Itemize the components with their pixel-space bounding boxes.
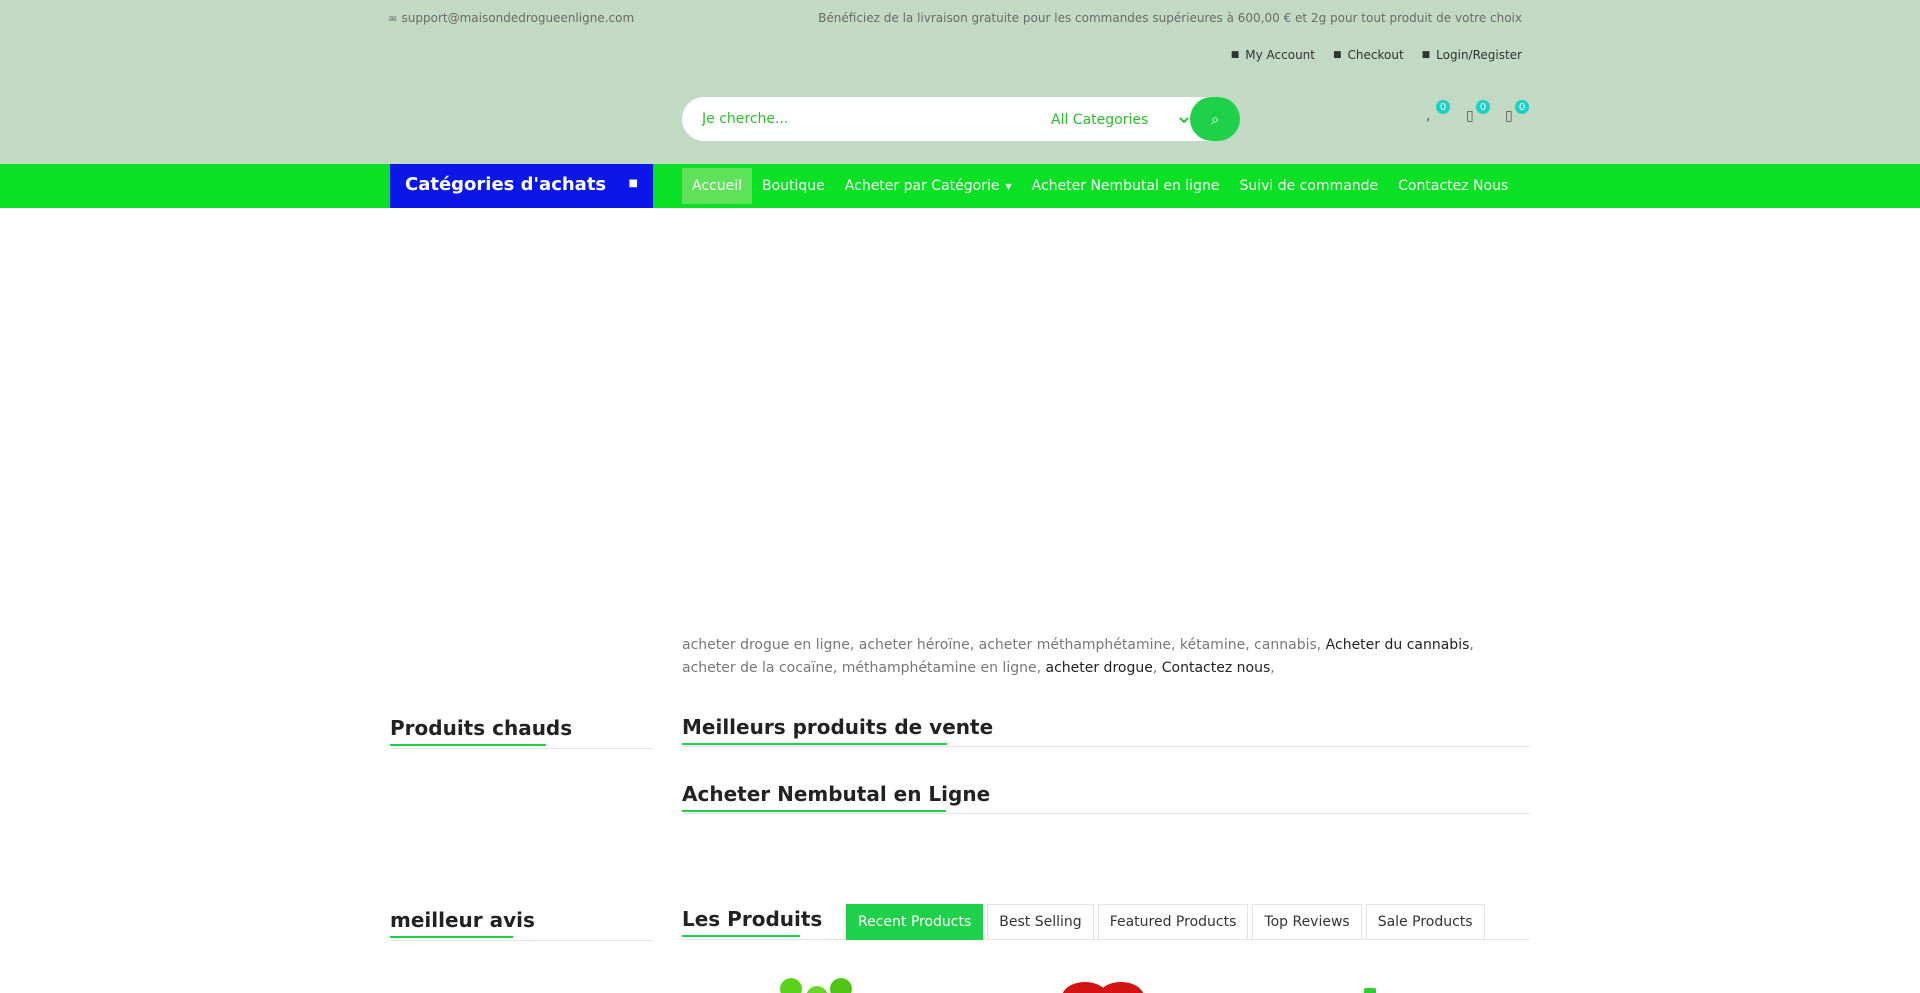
- nav-item-contact[interactable]: Contactez Nous: [1388, 168, 1518, 204]
- category-select[interactable]: All Categories: [1047, 109, 1192, 131]
- title-underline: [682, 810, 946, 812]
- title-underline: [682, 743, 947, 745]
- cart-icon[interactable]: ▯ 0: [1505, 100, 1529, 128]
- compare-icon[interactable]: , 0: [1426, 100, 1450, 128]
- tab-featured-products[interactable]: Featured Products: [1097, 904, 1249, 940]
- shop-categories-toggle[interactable]: Catégories d'achats ■: [390, 164, 653, 208]
- nav-item-boutique[interactable]: Boutique: [752, 168, 835, 204]
- user-icon: ■: [1230, 50, 1240, 60]
- menu-icon: ■: [628, 178, 638, 189]
- nav-item-order-tracking[interactable]: Suivi de commande: [1229, 168, 1388, 204]
- title-underline: [682, 935, 800, 937]
- contact-us-link[interactable]: Contactez nous: [1162, 660, 1271, 676]
- buy-cannabis-link[interactable]: Acheter du cannabis: [1326, 637, 1470, 653]
- divider: [390, 748, 653, 749]
- envelope-icon: ✉: [389, 15, 397, 25]
- nav-item-nembutal[interactable]: Acheter Nembutal en ligne: [1022, 168, 1230, 204]
- lock-icon: ■: [1421, 50, 1431, 60]
- search-input[interactable]: [702, 107, 1002, 131]
- product-tabs: Recent Products Best Selling Featured Pr…: [846, 904, 1485, 940]
- cart-count-badge: 0: [1515, 100, 1529, 114]
- products-title: Les Produits: [682, 907, 822, 937]
- compare-count-badge: 0: [1436, 100, 1450, 114]
- best-reviews-title: meilleur avis: [390, 908, 535, 938]
- tab-best-selling[interactable]: Best Selling: [987, 904, 1094, 940]
- nav-item-shop-by-category[interactable]: Acheter par Catégorie ▼: [835, 168, 1022, 204]
- tab-recent-products[interactable]: Recent Products: [846, 904, 984, 940]
- main-menu: Accueil Boutique Acheter par Catégorie ▼ …: [682, 168, 1518, 204]
- nembutal-title: Acheter Nembutal en Ligne: [682, 782, 990, 812]
- checkout-icon: ■: [1333, 50, 1342, 60]
- wishlist-icon[interactable]: ▯ 0: [1466, 100, 1490, 128]
- search-icon: ⌕: [1211, 110, 1219, 127]
- my-account-link[interactable]: ■ My Account: [1231, 48, 1315, 62]
- account-links: ■ My Account ■ Checkout ■ Login/Register: [1231, 48, 1522, 62]
- divider: [682, 746, 1530, 747]
- support-email[interactable]: ✉ support@maisondedrogueenligne.com: [389, 11, 634, 25]
- tab-sale-products[interactable]: Sale Products: [1365, 904, 1485, 940]
- tab-top-reviews[interactable]: Top Reviews: [1252, 904, 1362, 940]
- checkout-link[interactable]: ■ Checkout: [1333, 48, 1404, 62]
- intro-paragraph: acheter drogue en ligne, acheter héroïne…: [682, 637, 1474, 676]
- divider: [390, 940, 653, 941]
- buy-drugs-link[interactable]: acheter drogue: [1045, 660, 1152, 676]
- hot-products-title: Produits chauds: [390, 716, 572, 746]
- title-underline: [390, 936, 513, 938]
- divider: [682, 813, 1530, 814]
- caret-down-icon: ▼: [1005, 181, 1012, 191]
- title-underline: [390, 744, 546, 746]
- search-button[interactable]: ⌕: [1190, 97, 1240, 141]
- nav-item-accueil[interactable]: Accueil: [682, 168, 752, 204]
- login-register-link[interactable]: ■ Login/Register: [1422, 48, 1522, 62]
- shipping-promo: Bénéficiez de la livraison gratuite pour…: [818, 11, 1522, 25]
- wishlist-count-badge: 0: [1476, 100, 1490, 114]
- best-sellers-title: Meilleurs produits de vente: [682, 715, 993, 745]
